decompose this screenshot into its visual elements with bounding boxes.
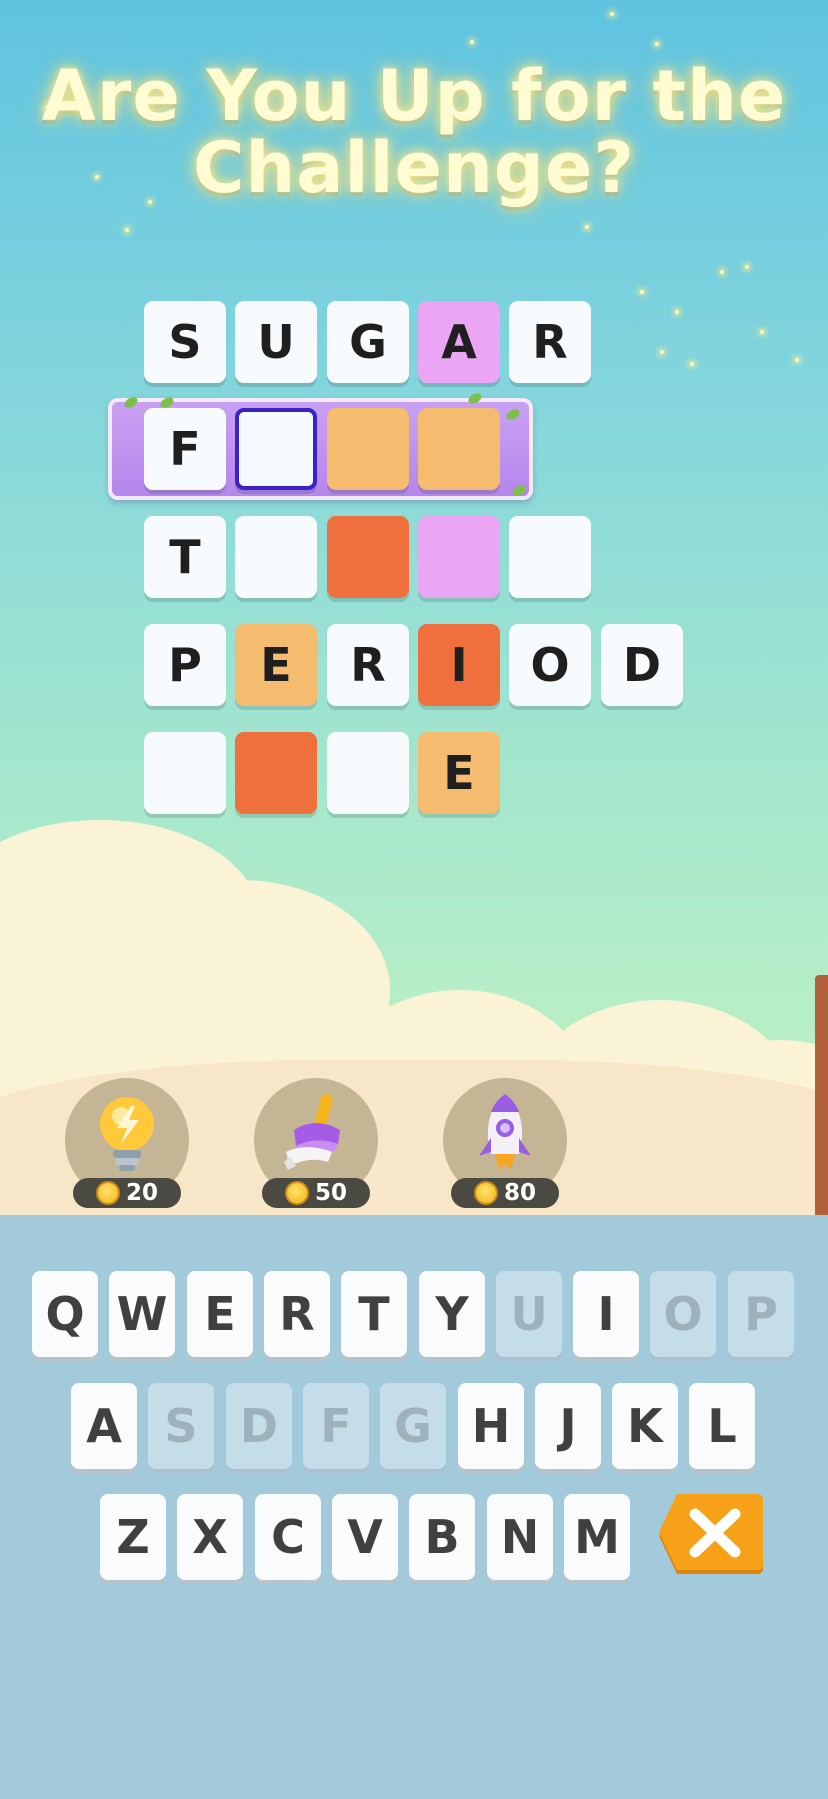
key-k[interactable]: K xyxy=(612,1383,678,1469)
key-e[interactable]: E xyxy=(187,1271,253,1357)
booster-cost-badge: 80 xyxy=(451,1178,559,1208)
key-l[interactable]: L xyxy=(689,1383,755,1469)
letter-tile[interactable] xyxy=(418,408,500,490)
letter-tile[interactable]: G xyxy=(327,301,409,383)
key-x[interactable]: X xyxy=(177,1494,243,1580)
coin-icon xyxy=(95,1181,120,1205)
booster-cost: 80 xyxy=(503,1180,536,1206)
key-g[interactable]: G xyxy=(380,1383,446,1469)
letter-tile[interactable]: F xyxy=(144,408,226,490)
lightbulb-icon xyxy=(100,1097,154,1171)
letter-tile[interactable]: E xyxy=(235,624,317,706)
letter-tile[interactable] xyxy=(144,732,226,814)
letter-tile[interactable] xyxy=(509,516,591,598)
booster-cost: 50 xyxy=(314,1180,347,1206)
booster-cost-badge: 20 xyxy=(73,1178,181,1208)
tower-edge xyxy=(815,975,828,1215)
key-d[interactable]: D xyxy=(226,1383,292,1469)
letter-tile[interactable]: P xyxy=(144,624,226,706)
key-f[interactable]: F xyxy=(303,1383,369,1469)
letter-tile[interactable]: U xyxy=(235,301,317,383)
key-u[interactable]: U xyxy=(496,1271,562,1357)
key-w[interactable]: W xyxy=(109,1271,175,1357)
close-icon xyxy=(659,1494,763,1574)
key-c[interactable]: C xyxy=(255,1494,321,1580)
key-v[interactable]: V xyxy=(332,1494,398,1580)
delete-key[interactable] xyxy=(657,1494,765,1582)
rocket-booster[interactable]: 80 xyxy=(443,1078,567,1208)
letter-tile[interactable] xyxy=(418,516,500,598)
letter-tile[interactable] xyxy=(235,732,317,814)
letter-tile[interactable]: I xyxy=(418,624,500,706)
letter-tile[interactable]: S xyxy=(144,301,226,383)
rocket-icon xyxy=(479,1094,531,1170)
letter-tile[interactable]: D xyxy=(601,624,683,706)
key-n[interactable]: N xyxy=(487,1494,553,1580)
key-b[interactable]: B xyxy=(409,1494,475,1580)
key-j[interactable]: J xyxy=(535,1383,601,1469)
key-i[interactable]: I xyxy=(573,1271,639,1357)
brush-icon xyxy=(284,1094,340,1170)
key-h[interactable]: H xyxy=(458,1383,524,1469)
letter-tile[interactable]: R xyxy=(327,624,409,706)
key-m[interactable]: M xyxy=(564,1494,630,1580)
letter-tile[interactable]: R xyxy=(509,301,591,383)
hint-booster[interactable]: 20 xyxy=(65,1078,189,1208)
key-s[interactable]: S xyxy=(148,1383,214,1469)
word-board: SUGARFTPERIODE xyxy=(0,0,828,900)
key-a[interactable]: A xyxy=(71,1383,137,1469)
letter-tile[interactable] xyxy=(327,732,409,814)
booster-cost: 20 xyxy=(125,1180,158,1206)
key-r[interactable]: R xyxy=(264,1271,330,1357)
letter-tile[interactable] xyxy=(327,516,409,598)
key-z[interactable]: Z xyxy=(100,1494,166,1580)
tile-cursor[interactable] xyxy=(235,408,317,490)
key-p[interactable]: P xyxy=(728,1271,794,1357)
key-o[interactable]: O xyxy=(650,1271,716,1357)
clear-booster[interactable]: 50 xyxy=(254,1078,378,1208)
coin-icon xyxy=(284,1181,309,1205)
letter-tile[interactable] xyxy=(235,516,317,598)
key-y[interactable]: Y xyxy=(419,1271,485,1357)
key-q[interactable]: Q xyxy=(32,1271,98,1357)
letter-tile[interactable]: E xyxy=(418,732,500,814)
letter-tile[interactable] xyxy=(327,408,409,490)
coin-icon xyxy=(473,1181,498,1205)
key-t[interactable]: T xyxy=(341,1271,407,1357)
booster-cost-badge: 50 xyxy=(262,1178,370,1208)
letter-tile[interactable]: T xyxy=(144,516,226,598)
letter-tile[interactable]: O xyxy=(509,624,591,706)
letter-tile[interactable]: A xyxy=(418,301,500,383)
